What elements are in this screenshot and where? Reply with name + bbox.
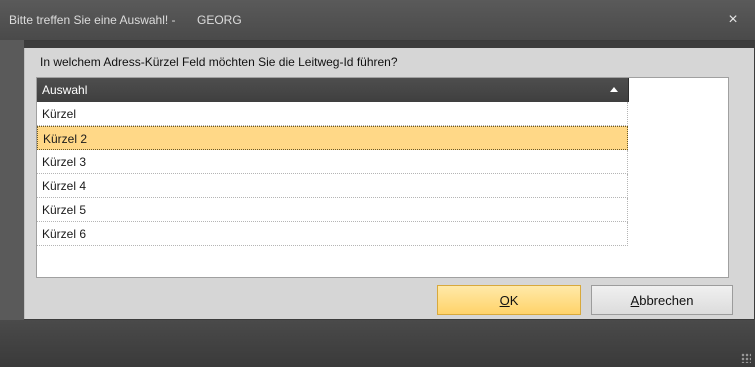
selection-dialog: Bitte treffen Sie eine Auswahl! - GEORG … (0, 0, 755, 367)
prompt-text: In welchem Adress-Kürzel Feld möchten Si… (40, 55, 398, 69)
window-border (0, 40, 24, 320)
resize-grip-icon[interactable] (741, 353, 751, 363)
column-header-auswahl[interactable]: Auswahl (37, 78, 629, 102)
selection-grid[interactable]: Auswahl Kürzel Kürzel 2 Kürzel 3 Kürzel … (36, 77, 729, 278)
table-row[interactable]: Kürzel 5 (37, 198, 628, 222)
close-icon[interactable]: × (725, 12, 741, 28)
window-title: Bitte treffen Sie eine Auswahl! - (9, 13, 176, 27)
ok-button[interactable]: OK (437, 285, 581, 315)
cancel-button[interactable]: Abbrechen (591, 285, 733, 315)
sort-ascending-icon (610, 87, 618, 92)
title-bar[interactable]: Bitte treffen Sie eine Auswahl! - GEORG … (0, 0, 755, 41)
table-row[interactable]: Kürzel 4 (37, 174, 628, 198)
row-cell: Kürzel 5 (42, 203, 87, 217)
cancel-label-rest: bbrechen (639, 293, 694, 308)
table-row[interactable]: Kürzel 3 (37, 150, 628, 174)
row-cell: Kürzel (42, 107, 77, 121)
column-header-label: Auswahl (42, 83, 88, 97)
table-row[interactable]: Kürzel 6 (37, 222, 628, 246)
status-bar (0, 320, 755, 367)
ok-mnemonic: O (499, 293, 510, 308)
row-cell: Kürzel 6 (42, 227, 87, 241)
table-row-selected[interactable]: Kürzel 2 (37, 126, 628, 150)
table-row[interactable]: Kürzel (37, 102, 628, 126)
row-cell: Kürzel 3 (42, 155, 87, 169)
row-cell: Kürzel 4 (42, 179, 87, 193)
row-cell: Kürzel 2 (43, 132, 88, 146)
window-app-name: GEORG (197, 13, 242, 27)
cancel-mnemonic: A (630, 293, 640, 308)
ok-label-rest: K (509, 293, 519, 308)
dialog-content: In welchem Adress-Kürzel Feld möchten Si… (24, 48, 754, 319)
